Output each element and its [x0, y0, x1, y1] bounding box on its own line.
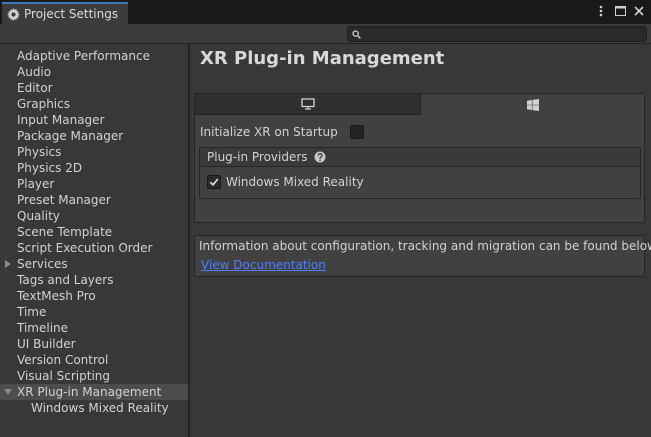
sidebar-item-label: Scene Template [17, 225, 113, 239]
sidebar-item-label: Audio [17, 65, 52, 79]
provider-row-windows-mixed-reality: Windows Mixed Reality [207, 175, 364, 189]
sidebar-item-textmesh-pro[interactable]: TextMesh Pro [0, 288, 188, 304]
main-panel: XR Plug-in Management Initialize XR on S… [190, 44, 651, 437]
search-input[interactable] [347, 26, 647, 42]
sidebar-item-script-execution-order[interactable]: Script Execution Order [0, 240, 188, 256]
window-controls [595, 4, 645, 18]
sidebar-item-label: Time [17, 305, 47, 319]
sidebar-item-time[interactable]: Time [0, 304, 188, 320]
windows-mixed-reality-checkbox[interactable] [207, 175, 221, 189]
info-box: Information about configuration, trackin… [194, 235, 651, 277]
sidebar-item-label: UI Builder [17, 337, 76, 351]
plugin-providers-panel: Plug-in Providers Windows Mixed Reality [199, 147, 641, 199]
sidebar-item-audio[interactable]: Audio [0, 64, 188, 80]
close-icon[interactable] [633, 4, 645, 18]
title-bar: Project Settings [0, 0, 651, 24]
sidebar-item-label: Tags and Layers [17, 273, 114, 287]
sidebar-item-editor[interactable]: Editor [0, 80, 188, 96]
sidebar-item-tags-and-layers[interactable]: Tags and Layers [0, 272, 188, 288]
sidebar-item-timeline[interactable]: Timeline [0, 320, 188, 336]
sidebar-item-label: Physics 2D [17, 161, 83, 175]
search-icon [352, 30, 361, 39]
tab-standalone[interactable] [195, 94, 421, 115]
project-settings-tab[interactable]: Project Settings [2, 2, 128, 24]
sidebar-item-player[interactable]: Player [0, 176, 188, 192]
maximize-icon[interactable] [614, 4, 626, 18]
sidebar-item-label: Adaptive Performance [17, 49, 150, 63]
tab-windows[interactable] [421, 94, 644, 115]
initialize-xr-checkbox[interactable] [350, 125, 364, 139]
sidebar-item-adaptive-performance[interactable]: Adaptive Performance [0, 48, 188, 64]
plugin-providers-header: Plug-in Providers [200, 148, 640, 167]
sidebar-item-label: Services [17, 257, 68, 271]
sidebar-item-label: XR Plug-in Management [17, 385, 162, 399]
sidebar-item-physics[interactable]: Physics [0, 144, 188, 160]
sidebar-item-label: Version Control [17, 353, 109, 367]
sidebar-item-label: Graphics [17, 97, 70, 111]
settings-sidebar: Adaptive Performance Audio Editor Graphics I… [0, 44, 189, 437]
monitor-icon [300, 98, 315, 110]
sidebar-item-label: Player [17, 177, 55, 191]
sidebar-item-preset-manager[interactable]: Preset Manager [0, 192, 188, 208]
provider-label: Windows Mixed Reality [226, 175, 364, 189]
initialize-xr-row: Initialize XR on Startup [200, 124, 364, 140]
initialize-xr-label: Initialize XR on Startup [200, 125, 338, 139]
sidebar-item-label: Timeline [17, 321, 69, 335]
sidebar-item-package-manager[interactable]: Package Manager [0, 128, 188, 144]
sidebar-item-label: Windows Mixed Reality [31, 401, 169, 415]
platform-settings-box: Initialize XR on Startup Plug-in Provide… [194, 93, 645, 223]
chevron-down-icon[interactable] [4, 389, 12, 395]
sidebar-item-ui-builder[interactable]: UI Builder [0, 336, 188, 352]
sidebar-item-services[interactable]: Services [0, 256, 188, 272]
view-documentation-link[interactable]: View Documentation [201, 258, 326, 272]
more-vertical-icon[interactable] [595, 4, 607, 18]
sidebar-item-label: Quality [17, 209, 60, 223]
sidebar-item-windows-mixed-reality[interactable]: Windows Mixed Reality [0, 400, 188, 416]
sidebar-item-input-manager[interactable]: Input Manager [0, 112, 188, 128]
page-title: XR Plug-in Management [200, 48, 445, 69]
gear-icon [7, 7, 20, 21]
sidebar-item-physics-2d[interactable]: Physics 2D [0, 160, 188, 176]
sidebar-item-label: Editor [17, 81, 53, 95]
platform-tabs [195, 94, 644, 115]
sidebar-item-label: Input Manager [17, 113, 105, 127]
sidebar-item-label: TextMesh Pro [17, 289, 96, 303]
sidebar-item-label: Script Execution Order [17, 241, 153, 255]
toolbar [0, 24, 651, 44]
help-icon[interactable] [314, 151, 326, 163]
chevron-right-icon[interactable] [5, 260, 11, 268]
tab-title: Project Settings [24, 7, 119, 21]
info-text: Information about configuration, trackin… [199, 239, 651, 253]
sidebar-item-label: Preset Manager [17, 193, 111, 207]
sidebar-item-scene-template[interactable]: Scene Template [0, 224, 188, 240]
sidebar-item-xr-plug-in-management[interactable]: XR Plug-in Management [0, 384, 188, 400]
sidebar-item-quality[interactable]: Quality [0, 208, 188, 224]
sidebar-item-version-control[interactable]: Version Control [0, 352, 188, 368]
sidebar-item-graphics[interactable]: Graphics [0, 96, 188, 112]
sidebar-item-label: Package Manager [17, 129, 124, 143]
windows-logo-icon [526, 98, 539, 111]
plugin-providers-label: Plug-in Providers [207, 150, 308, 164]
sidebar-item-visual-scripting[interactable]: Visual Scripting [0, 368, 188, 384]
checkmark-icon [209, 178, 219, 187]
sidebar-item-label: Physics [17, 145, 62, 159]
sidebar-item-label: Visual Scripting [17, 369, 110, 383]
